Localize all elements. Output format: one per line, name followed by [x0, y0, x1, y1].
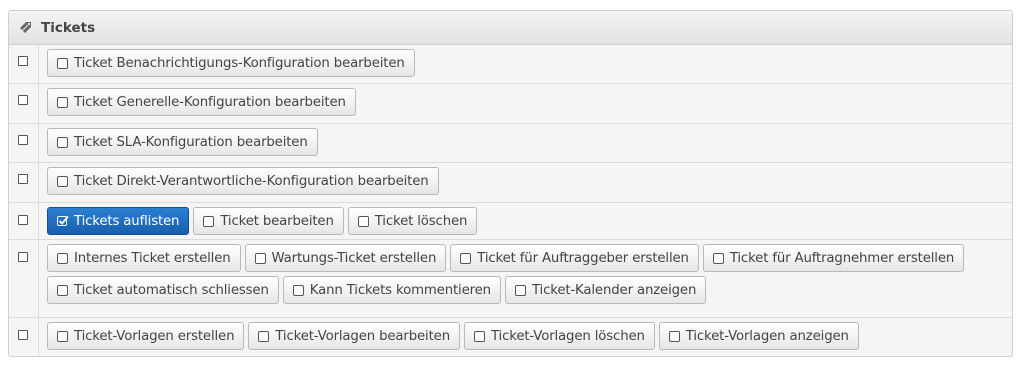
button-label: Ticket-Vorlagen löschen [490, 328, 645, 344]
button-label: Ticket löschen [374, 213, 468, 229]
permission-toggle-button[interactable]: Internes Ticket erstellen [47, 244, 241, 272]
panel-title: Tickets [41, 19, 96, 36]
checkbox-icon [258, 330, 270, 342]
permission-row: Ticket Benachrichtigungs-Konfiguration b… [9, 45, 1012, 84]
checkbox-icon [460, 252, 472, 264]
permission-toggle-button[interactable]: Ticket-Vorlagen erstellen [47, 322, 245, 350]
row-checkbox[interactable] [18, 56, 28, 66]
permission-row: Tickets auflisten Ticket bearbeiten Tick… [9, 203, 1012, 240]
checkbox-icon [668, 330, 680, 342]
button-label: Wartungs-Ticket erstellen [271, 250, 437, 266]
checkbox-icon [57, 136, 68, 148]
button-label: Ticket-Kalender anzeigen [531, 282, 697, 298]
permission-row: Ticket Direkt-Verantwortliche-Konfigurat… [9, 163, 1012, 203]
permission-toggle-button[interactable]: Ticket-Kalender anzeigen [504, 276, 707, 304]
permission-toggle-button[interactable]: Tickets auflisten [47, 207, 190, 235]
permission-toggle-button[interactable]: Ticket Direkt-Verantwortliche-Konfigurat… [47, 167, 439, 195]
row-checkbox[interactable] [18, 215, 28, 225]
button-label: Kann Tickets kommentieren [309, 282, 491, 298]
button-label: Ticket für Auftragnehmer erstellen [729, 250, 955, 266]
permission-row: Ticket SLA-Konfiguration bearbeiten [9, 124, 1012, 163]
row-checkbox[interactable] [18, 252, 28, 262]
row-checkbox[interactable] [18, 95, 28, 105]
checkbox-icon [203, 215, 215, 227]
checkbox-icon [57, 284, 68, 296]
button-label: Ticket-Vorlagen bearbeiten [275, 328, 450, 344]
checkbox-icon [292, 284, 304, 296]
checkbox-icon [254, 252, 266, 264]
checkbox-icon [473, 330, 485, 342]
permission-toggle-button[interactable]: Kann Tickets kommentieren [282, 276, 501, 304]
button-label: Ticket Direkt-Verantwortliche-Konfigurat… [74, 173, 429, 189]
checkbox-icon [57, 252, 68, 264]
panel-header: Tickets [9, 11, 1012, 45]
button-label: Ticket-Vorlagen erstellen [74, 328, 235, 344]
permission-toggle-button[interactable]: Ticket löschen [347, 207, 478, 235]
button-label: Ticket automatisch schliessen [74, 282, 269, 298]
permission-toggle-button[interactable]: Ticket Benachrichtigungs-Konfiguration b… [47, 49, 415, 77]
checked-checkbox-icon [57, 215, 69, 227]
tickets-panel: Tickets Ticket Benachrichtigungs-Konfigu… [8, 10, 1013, 357]
row-checkbox[interactable] [18, 330, 28, 340]
checkbox-icon [57, 57, 68, 69]
checkbox-icon [57, 96, 68, 108]
permission-toggle-button[interactable]: Ticket-Vorlagen löschen [463, 322, 655, 350]
button-label: Ticket bearbeiten [220, 213, 334, 229]
row-checkbox[interactable] [18, 174, 28, 184]
permission-toggle-button[interactable]: Wartungs-Ticket erstellen [244, 244, 447, 272]
button-label: Ticket für Auftraggeber erstellen [477, 250, 689, 266]
tag-icon [18, 20, 34, 36]
checkbox-icon [712, 252, 724, 264]
permission-toggle-button[interactable]: Ticket automatisch schliessen [47, 276, 279, 304]
button-label: Ticket Benachrichtigungs-Konfiguration b… [74, 55, 405, 71]
button-label: Internes Ticket erstellen [74, 250, 231, 266]
permission-toggle-button[interactable]: Ticket-Vorlagen bearbeiten [248, 322, 460, 350]
permission-row: Ticket-Vorlagen erstellen Ticket-Vorlage… [9, 318, 1012, 356]
permission-toggle-button[interactable]: Ticket-Vorlagen anzeigen [658, 322, 859, 350]
button-label: Ticket-Vorlagen anzeigen [685, 328, 849, 344]
permission-row: Ticket Generelle-Konfiguration bearbeite… [9, 84, 1012, 124]
checkbox-icon [57, 175, 68, 187]
permission-toggle-button[interactable]: Ticket SLA-Konfiguration bearbeiten [47, 128, 318, 156]
button-label: Tickets auflisten [74, 213, 180, 229]
checkbox-icon [514, 284, 526, 296]
button-label: Ticket Generelle-Konfiguration bearbeite… [74, 94, 346, 110]
permission-toggle-button[interactable]: Ticket bearbeiten [193, 207, 344, 235]
permission-row: Internes Ticket erstellen Wartungs-Ticke… [9, 240, 1012, 318]
permission-toggle-button[interactable]: Ticket Generelle-Konfiguration bearbeite… [47, 88, 356, 116]
checkbox-icon [357, 215, 369, 227]
permission-toggle-button[interactable]: Ticket für Auftragnehmer erstellen [702, 244, 965, 272]
row-checkbox[interactable] [18, 135, 28, 145]
button-label: Ticket SLA-Konfiguration bearbeiten [74, 134, 308, 150]
checkbox-icon [57, 330, 68, 342]
permission-toggle-button[interactable]: Ticket für Auftraggeber erstellen [450, 244, 699, 272]
